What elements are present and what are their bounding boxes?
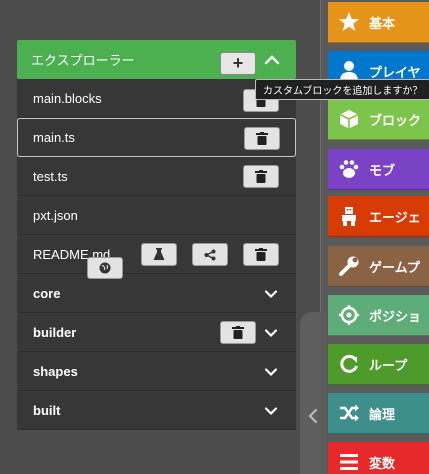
explorer-header[interactable]: エクスプローラー + (17, 40, 296, 79)
delete-button[interactable] (243, 165, 279, 188)
chevron-up-icon[interactable] (263, 51, 281, 69)
delete-button[interactable] (244, 127, 280, 150)
file-item-main-ts[interactable]: main.ts (17, 118, 296, 157)
list-icon (338, 451, 360, 473)
file-item-test-ts[interactable]: test.ts (17, 157, 296, 196)
folder-name: built (33, 402, 61, 418)
chevron-down-icon (264, 290, 278, 299)
category-gameplay[interactable]: ゲームプ (328, 246, 429, 287)
agent-icon (338, 205, 360, 227)
paw-icon (338, 158, 360, 180)
chevron-left-icon[interactable] (307, 408, 319, 424)
publish-button[interactable] (87, 257, 123, 279)
chevron-down-icon (264, 407, 278, 416)
category-loops[interactable]: ループ (328, 344, 429, 385)
chevron-down-icon (264, 329, 278, 338)
category-label: ループ (369, 357, 408, 373)
file-name: main.blocks (33, 90, 102, 106)
folder-name: shapes (33, 363, 78, 379)
crosshair-icon (338, 304, 360, 326)
category-label: ゲームプ (369, 259, 420, 275)
category-positions[interactable]: ポジショ (328, 295, 429, 336)
category-label: ポジショ (369, 308, 422, 324)
category-basic[interactable]: 基本 (328, 2, 429, 43)
chevron-down-icon (264, 368, 278, 377)
add-block-tooltip: カスタムブロックを追加しますか？ (255, 79, 429, 100)
category-label: ブロック (369, 112, 422, 128)
file-name: pxt.json (33, 207, 78, 223)
trash-icon (255, 248, 267, 261)
shuffle-icon (338, 402, 360, 424)
star-icon (338, 11, 360, 33)
category-label: 論理 (369, 406, 396, 422)
wrench-icon (338, 255, 360, 277)
file-item-readme[interactable]: README.md (17, 235, 296, 279)
category-label: モブ (369, 162, 396, 178)
category-label: エージェ (369, 209, 421, 225)
trash-icon (232, 326, 244, 339)
folder-item-built[interactable]: built (17, 391, 296, 430)
test-button[interactable] (141, 243, 177, 266)
folder-name: builder (33, 324, 77, 340)
file-name: test.ts (33, 168, 68, 184)
file-name: main.ts (33, 130, 75, 145)
flask-icon (153, 248, 165, 260)
globe-icon (99, 262, 111, 274)
category-agent[interactable]: エージェ (328, 196, 429, 237)
loop-icon (338, 353, 360, 375)
file-item-pxt-json[interactable]: pxt.json (17, 196, 296, 235)
category-variables[interactable]: 変数 (328, 442, 429, 474)
trash-icon (255, 170, 267, 183)
explorer-title: エクスプローラー (31, 53, 135, 68)
category-label: 変数 (369, 455, 396, 471)
folder-item-builder[interactable]: builder (17, 313, 296, 352)
category-logic[interactable]: 論理 (328, 393, 429, 434)
cube-icon (338, 108, 360, 130)
delete-button[interactable] (220, 321, 256, 344)
share-icon (204, 249, 216, 260)
category-label: 基本 (369, 15, 396, 31)
trash-icon (256, 132, 268, 145)
folder-item-shapes[interactable]: shapes (17, 352, 296, 391)
category-label: プレイヤ (369, 64, 421, 80)
folder-name: core (33, 285, 61, 301)
category-mobs[interactable]: モブ (328, 149, 429, 190)
share-button[interactable] (192, 243, 228, 266)
add-custom-block-button[interactable]: + (220, 52, 256, 75)
category-blocks[interactable]: ブロック (328, 99, 429, 140)
collapse-tab[interactable] (300, 312, 326, 474)
folder-item-core[interactable]: core (17, 274, 296, 313)
delete-button[interactable] (243, 243, 279, 266)
